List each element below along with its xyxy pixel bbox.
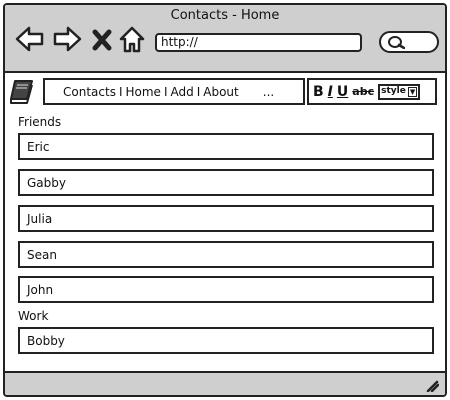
home-button[interactable] — [119, 23, 145, 55]
menu-item-contacts[interactable]: Contacts — [61, 85, 118, 99]
underline-button[interactable]: U — [337, 84, 348, 100]
back-button[interactable] — [15, 23, 45, 55]
format-toolbar: B I U abc style ▼ — [307, 78, 437, 105]
arrow-left-icon — [15, 26, 44, 52]
book-icon — [10, 80, 33, 104]
arrow-right-icon — [53, 26, 82, 52]
group-label-work: Work — [18, 309, 49, 323]
address-bar[interactable]: http:// — [155, 33, 362, 52]
contact-row-gabby[interactable]: Gabby — [18, 169, 434, 196]
menu-bar: Contacts I Home I Add I About ... — [43, 78, 305, 105]
title-bar: Contacts - Home http:// — [5, 5, 445, 73]
italic-button[interactable]: I — [328, 84, 333, 100]
menu-more-button[interactable]: ... — [261, 85, 276, 99]
menu-item-about[interactable]: About — [201, 85, 240, 99]
window-title: Contacts - Home — [170, 8, 280, 23]
contact-row-julia[interactable]: Julia — [18, 205, 434, 232]
contact-row-sean[interactable]: Sean — [18, 241, 434, 268]
browser-window: Contacts - Home http:// Contacts I Home … — [3, 3, 447, 397]
chevron-down-icon: ▼ — [407, 86, 418, 97]
close-icon — [92, 29, 112, 51]
home-icon — [119, 26, 145, 53]
bold-button[interactable]: B — [313, 84, 324, 100]
menu-item-home[interactable]: Home — [124, 85, 163, 99]
resize-grip-icon[interactable] — [425, 378, 439, 392]
status-bar — [5, 371, 445, 395]
style-dropdown[interactable]: style ▼ — [378, 83, 421, 100]
group-label-friends: Friends — [18, 115, 62, 129]
menu-item-add[interactable]: Add — [168, 85, 195, 99]
stop-button[interactable] — [91, 23, 113, 55]
contact-row-bobby[interactable]: Bobby — [18, 327, 434, 354]
search-field[interactable] — [379, 31, 439, 53]
search-icon — [388, 36, 405, 49]
style-dropdown-label: style — [381, 86, 406, 96]
strikethrough-button[interactable]: abc — [352, 85, 374, 98]
contact-row-eric[interactable]: Eric — [18, 133, 434, 160]
forward-button[interactable] — [52, 23, 82, 55]
contact-row-john[interactable]: John — [18, 276, 434, 303]
